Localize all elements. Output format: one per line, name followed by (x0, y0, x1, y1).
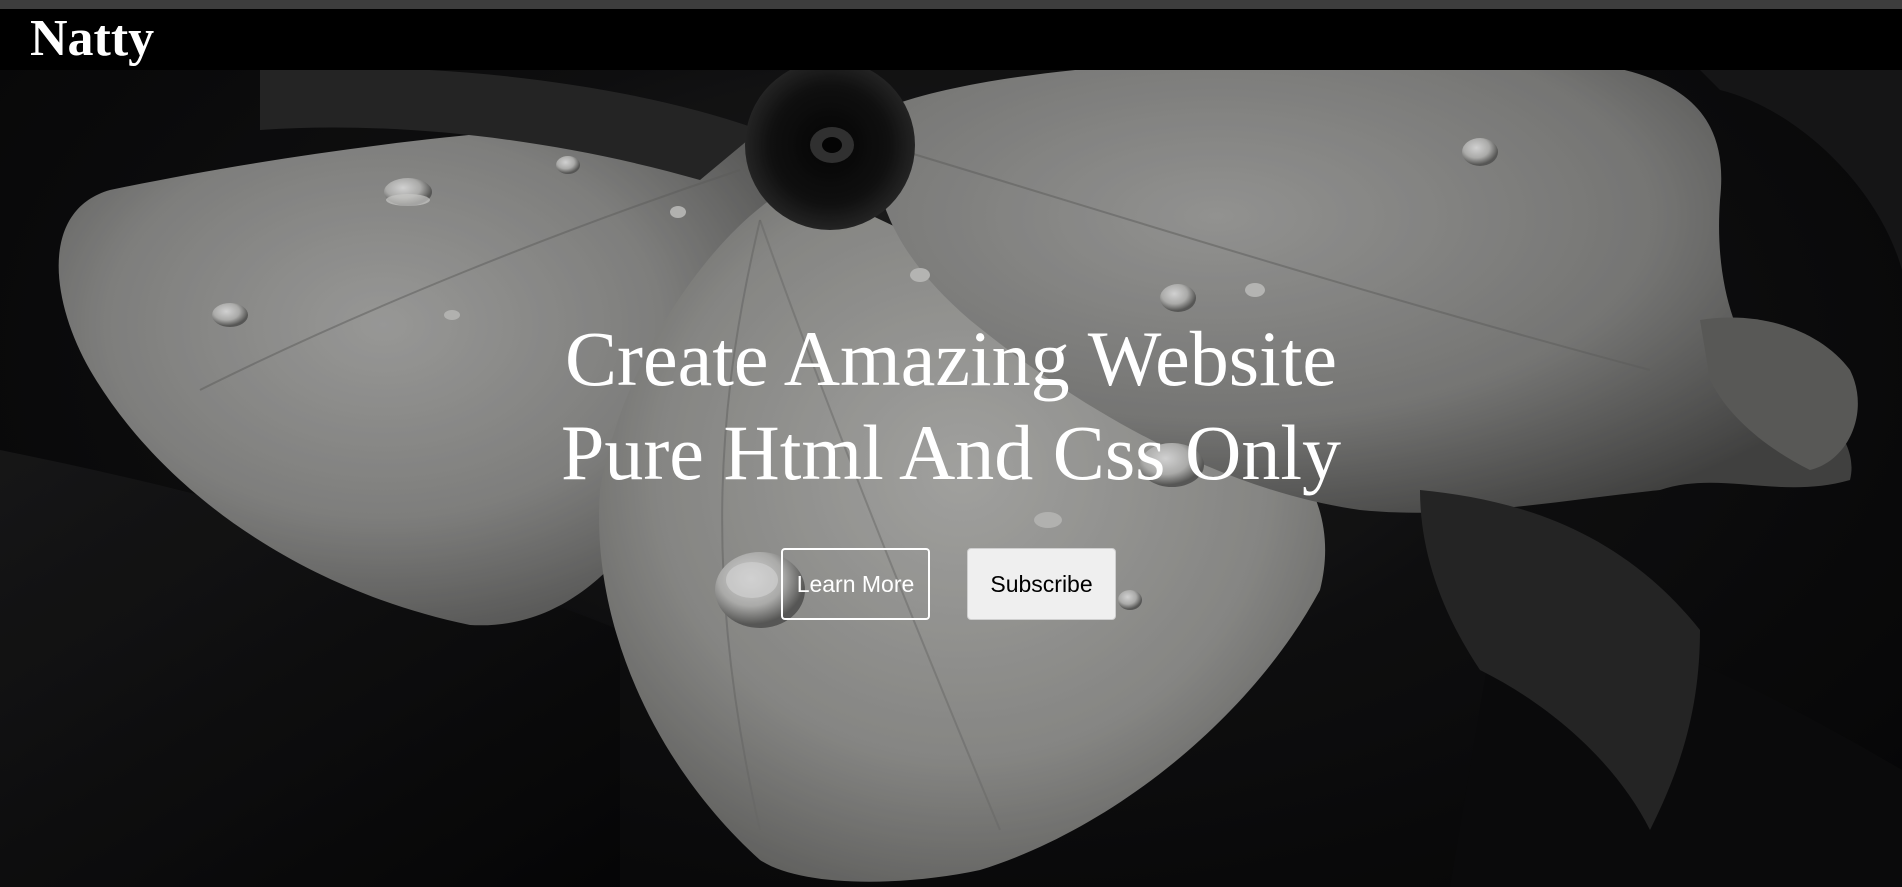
hero-section: Create Amazing Website Pure Html And Css… (0, 70, 1902, 887)
brand-logo-text[interactable]: Natty (30, 11, 154, 67)
subscribe-button[interactable]: Subscribe (967, 548, 1116, 620)
browser-top-strip (0, 0, 1902, 9)
learn-more-button[interactable]: Learn More (781, 548, 930, 620)
hero-title-line-2: Pure Html And Css Only (560, 409, 1342, 496)
navbar: Natty (0, 9, 1902, 70)
hero-title-line-1: Create Amazing Website (564, 315, 1338, 402)
hero-title: Create Amazing Website Pure Html And Css… (0, 312, 1902, 500)
